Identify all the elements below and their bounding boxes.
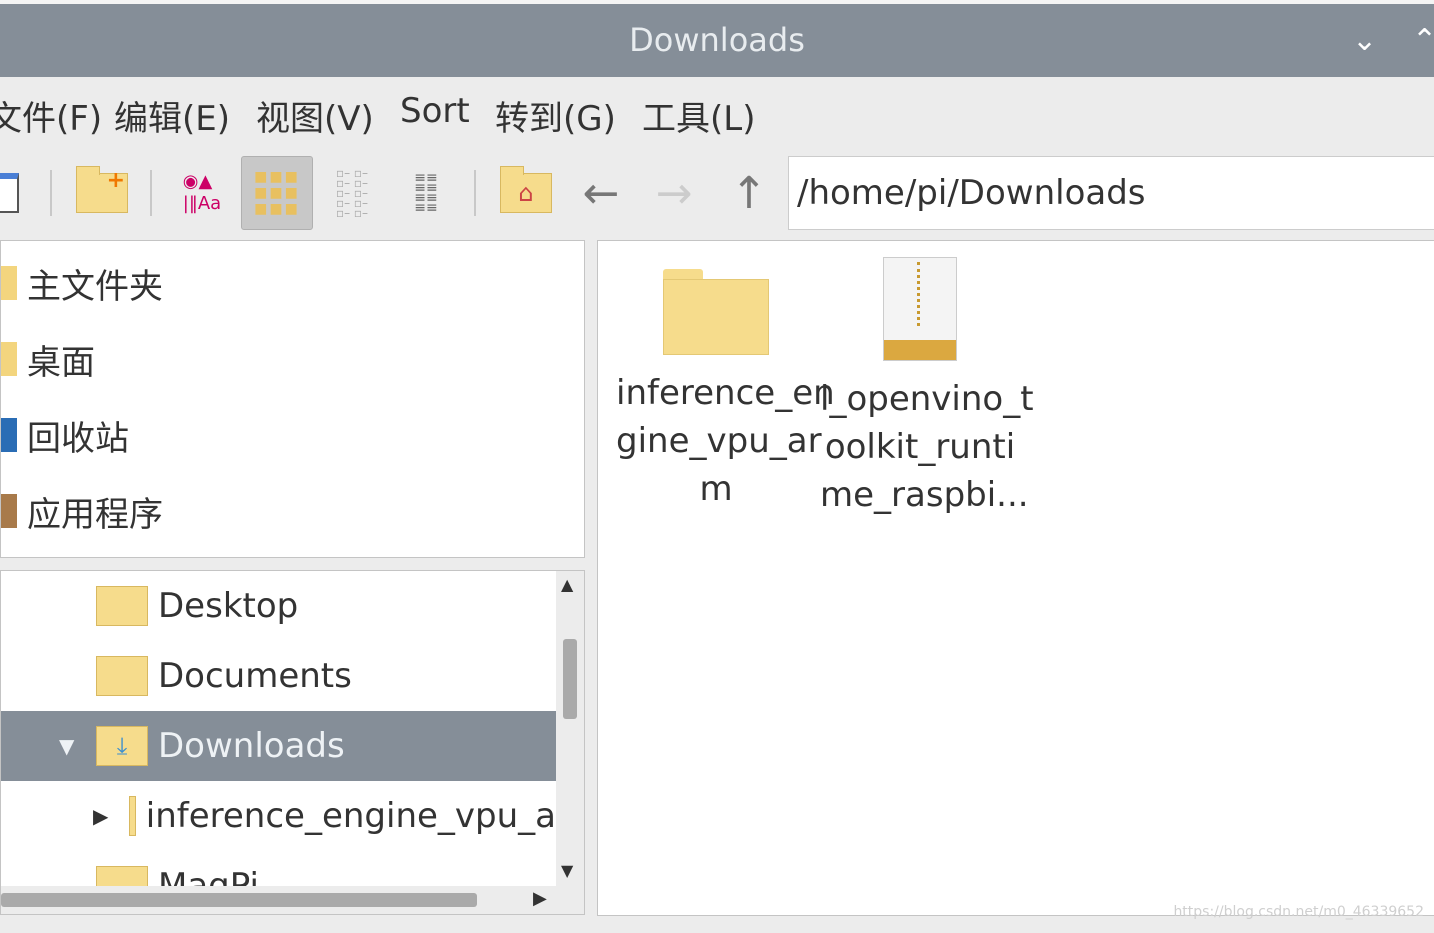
place-trash[interactable]: 回收站 — [1, 405, 129, 465]
documents-folder-icon — [96, 656, 148, 696]
tree-item-inference-engine[interactable]: ▶ inference_engine_vpu_a — [1, 781, 556, 851]
downloads-folder-icon: ⤓ — [96, 726, 148, 766]
horizontal-scroll-thumb[interactable] — [1, 893, 477, 907]
collapsed-triangle-icon[interactable]: ▶ — [93, 804, 108, 828]
place-home[interactable]: 主文件夹 — [1, 253, 163, 313]
up-arrow-icon[interactable]: ↑ — [713, 156, 785, 230]
home-folder-icon: ⌂ — [500, 166, 552, 213]
place-label: 桌面 — [27, 342, 95, 383]
detail-list-icon: ≡≡ ≡≡ ≡≡ ≡≡ — [414, 170, 438, 216]
applications-icon — [1, 494, 17, 528]
expanded-triangle-icon[interactable]: ▼ — [59, 734, 74, 758]
separator — [474, 170, 476, 216]
directory-tree: Desktop Documents ▼ ⤓ Downloads ▶ inference… — [0, 570, 585, 915]
new-folder-button[interactable]: + — [66, 156, 138, 230]
file-name-line: me_raspbi... — [820, 475, 1029, 515]
title-bar: Downloads ⌄ ⌃ — [0, 4, 1434, 77]
menu-file[interactable]: 文件(F) — [0, 91, 102, 140]
path-input[interactable]: /home/pi/Downloads — [788, 156, 1434, 230]
tree-item-documents[interactable]: Documents — [1, 641, 556, 711]
back-arrow-icon[interactable]: ← — [565, 156, 637, 230]
zip-archive-icon — [883, 257, 957, 361]
forward-arrow-icon[interactable]: → — [638, 156, 710, 230]
tree-label: Documents — [158, 656, 352, 696]
file-name-line: l_openvino_t — [820, 379, 1034, 419]
vertical-scroll-thumb[interactable] — [563, 639, 577, 719]
scroll-right-icon[interactable]: ▶ — [533, 888, 547, 909]
menu-view[interactable]: 视图(V) — [256, 91, 374, 140]
file-item-folder[interactable]: inference_en gine_vpu_ar m — [616, 261, 835, 513]
file-name-line: oolkit_runti — [824, 427, 1016, 467]
minimize-chevron-down-icon[interactable]: ⌄ — [1352, 4, 1377, 77]
menu-tools[interactable]: 工具(L) — [642, 91, 755, 140]
detailed-list-view-button[interactable]: ≡≡ ≡≡ ≡≡ ≡≡ — [390, 156, 462, 230]
menu-go[interactable]: 转到(G) — [495, 91, 616, 140]
vertical-scrollbar[interactable]: ▲ ▼ — [556, 571, 584, 886]
maximize-chevron-up-icon[interactable]: ⌃ — [1412, 4, 1434, 77]
places-pane: 主文件夹 桌面 回收站 应用程序 — [0, 240, 585, 558]
new-window-icon — [0, 173, 19, 213]
scroll-down-icon[interactable]: ▼ — [561, 861, 573, 880]
menu-edit[interactable]: 编辑(E) — [114, 91, 230, 140]
compact-view-button[interactable]: ▫– ▫– ▫– ▫– ▫– ▫– ▫– ▫– ▫– ▫– — [316, 156, 388, 230]
file-item-archive[interactable]: l_openvino_t oolkit_runti me_raspbi... — [820, 257, 1034, 519]
thumbnail-view-button[interactable]: ◉▲ |‖Aa — [166, 156, 238, 230]
place-desktop[interactable]: 桌面 — [1, 329, 95, 389]
file-view: inference_en gine_vpu_ar m l_openvino_t … — [597, 240, 1434, 916]
tree-label: inference_engine_vpu_a — [145, 796, 556, 836]
separator — [150, 170, 152, 216]
file-name-line: inference_en — [616, 373, 835, 413]
tree-item-desktop[interactable]: Desktop — [1, 571, 556, 641]
home-folder-icon — [1, 266, 17, 300]
new-folder-icon: + — [76, 166, 128, 213]
desktop-folder-icon — [96, 586, 148, 626]
watermark: https://blog.csdn.net/m0_46339652 — [1173, 904, 1424, 920]
horizontal-scrollbar[interactable]: ▶ — [1, 886, 584, 914]
tree-label: Desktop — [158, 586, 299, 626]
home-button[interactable]: ⌂ — [490, 156, 562, 230]
icon-grid-icon: ■■■ ■■■ ■■■ — [254, 169, 300, 217]
tree-label: Downloads — [158, 726, 345, 766]
compact-list-icon: ▫– ▫– ▫– ▫– ▫– ▫– ▫– ▫– ▫– ▫– — [335, 166, 369, 220]
place-label: 主文件夹 — [27, 266, 163, 307]
place-label: 应用程序 — [27, 494, 163, 535]
file-name-line: m — [699, 469, 733, 509]
menu-bar: 文件(F) 编辑(E) 视图(V) Sort 转到(G) 工具(L) — [0, 77, 1434, 149]
thumbnails-icon: ◉▲ |‖Aa — [182, 171, 222, 214]
menu-sort[interactable]: Sort — [400, 91, 470, 131]
tree-item-downloads[interactable]: ▼ ⤓ Downloads — [1, 711, 556, 781]
new-window-button[interactable] — [0, 156, 42, 230]
folder-icon — [663, 269, 769, 355]
scroll-up-icon[interactable]: ▲ — [561, 575, 573, 594]
file-name-line: gine_vpu_ar — [616, 421, 822, 461]
folder-icon — [129, 796, 136, 836]
window-title: Downloads — [629, 21, 805, 59]
trash-icon — [1, 418, 17, 452]
place-applications[interactable]: 应用程序 — [1, 481, 163, 541]
icon-view-button[interactable]: ■■■ ■■■ ■■■ — [241, 156, 313, 230]
desktop-icon — [1, 342, 17, 376]
place-label: 回收站 — [27, 418, 129, 459]
separator — [50, 170, 52, 216]
